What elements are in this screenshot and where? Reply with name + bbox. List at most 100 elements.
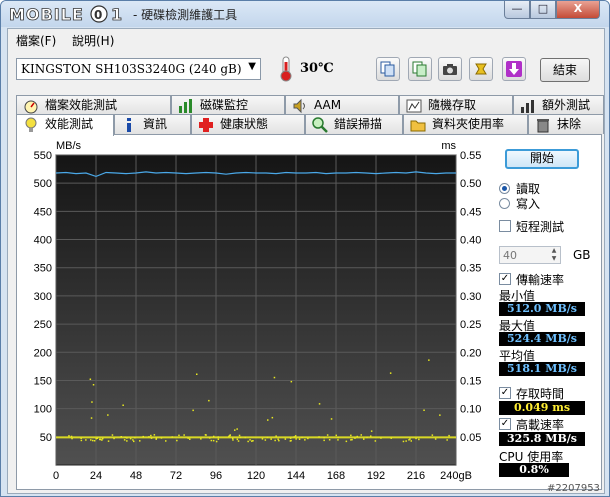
start-button[interactable]: 開始 xyxy=(505,149,579,169)
svg-text:0: 0 xyxy=(94,8,102,22)
access-time-point xyxy=(212,439,215,442)
save-icon xyxy=(475,63,487,75)
access-time-point xyxy=(236,428,238,430)
folder-icon xyxy=(410,120,426,132)
spin-down-icon[interactable]: ▼ xyxy=(548,255,560,263)
access-time-point xyxy=(96,437,98,439)
y-left-tick: 500 xyxy=(34,178,52,190)
access-time-point xyxy=(360,434,362,436)
access-time-point xyxy=(93,440,96,442)
access-time-point xyxy=(192,409,194,412)
y-right-tick: 0.40 xyxy=(460,235,481,247)
tab-error-scan[interactable]: 錯誤掃描 xyxy=(305,114,403,134)
access-time-point xyxy=(189,438,191,440)
tab-health[interactable]: 健康狀態 xyxy=(191,114,305,134)
magnifier-icon xyxy=(312,117,328,133)
access-time-point xyxy=(210,439,213,442)
copy-image-button[interactable] xyxy=(408,57,432,81)
access-time-point xyxy=(439,414,441,416)
screenshot-button[interactable] xyxy=(438,57,462,81)
access-time-point xyxy=(366,436,368,439)
min-value: 512.0 MB/s xyxy=(499,302,585,316)
control-sidebar: 開始 讀取 寫入 短程測試 40 ▲ ▼ GB ✓ 傳輸速率 最小值 512.0… xyxy=(497,135,601,487)
access-time-point xyxy=(200,438,202,440)
access-time-point xyxy=(266,436,269,439)
spin-up-icon[interactable]: ▲ xyxy=(548,247,560,255)
download-button[interactable] xyxy=(502,57,526,81)
y-right-tick: 0.25 xyxy=(460,319,481,331)
extra-chart-icon xyxy=(521,100,534,113)
drive-select[interactable]: KINGSTON SH103S3240G (240 gB) ▼ xyxy=(16,58,261,80)
access-time-point xyxy=(113,437,115,440)
close-button[interactable]: X xyxy=(556,1,600,19)
access-time-point xyxy=(102,437,104,440)
tab-folder-usage[interactable]: 資料夾使用率 xyxy=(403,114,528,134)
access-time-point xyxy=(267,419,269,421)
access-time-checkbox[interactable]: ✓ xyxy=(499,387,511,399)
window-title: - 硬碟檢測維護工具 xyxy=(133,8,238,22)
tab-label: 抹除 xyxy=(557,117,582,131)
tab-extra-tests[interactable]: 額外測試 xyxy=(513,95,604,115)
tab-disk-monitor[interactable]: 磁碟監控 xyxy=(171,95,285,115)
access-time-point xyxy=(428,359,430,361)
x-tick: 168 xyxy=(327,470,345,482)
size-spinner[interactable]: 40 ▲ ▼ xyxy=(499,246,561,264)
access-time-point xyxy=(236,438,239,441)
access-time-point xyxy=(150,434,152,437)
chevron-down-icon: ▼ xyxy=(248,61,256,72)
y-left-tick: 400 xyxy=(34,235,52,247)
transfer-rate-checkbox[interactable]: ✓ xyxy=(499,273,511,285)
access-time-point xyxy=(71,437,73,440)
tab-erase[interactable]: 抹除 xyxy=(528,114,604,134)
access-time-point xyxy=(142,435,144,438)
maximize-button[interactable]: □ xyxy=(530,1,556,19)
access-time-point xyxy=(304,439,306,441)
access-time-point xyxy=(271,416,274,419)
tab-label: 磁碟監控 xyxy=(200,98,249,112)
bar-chart-icon xyxy=(179,99,192,113)
access-time-point xyxy=(405,440,407,442)
access-time-point xyxy=(247,440,249,443)
access-time-point xyxy=(293,436,295,438)
access-time-point xyxy=(434,438,437,440)
minimize-button[interactable]: — xyxy=(504,1,530,19)
access-time-point xyxy=(129,437,132,440)
benchmark-panel: 550 0.55 500 0.50 450 0.45 400 0.40 350 0.35 300 0.… xyxy=(16,134,602,490)
access-time-point xyxy=(446,439,448,441)
y-left-tick: 300 xyxy=(34,291,52,303)
tab-info[interactable]: 資訊 xyxy=(114,114,191,134)
access-time-point xyxy=(244,436,246,439)
access-time-point xyxy=(318,403,321,405)
access-time-point xyxy=(294,435,297,437)
menu-help[interactable]: 說明(H) xyxy=(72,32,114,49)
tab-benchmark[interactable]: 效能測試 xyxy=(16,114,114,136)
tab-random-access[interactable]: 隨機存取 xyxy=(399,95,513,115)
exit-button[interactable]: 結束 xyxy=(540,58,590,82)
tab-label: 效能測試 xyxy=(45,117,94,131)
write-radio-label: 寫入 xyxy=(516,197,541,211)
menu-file[interactable]: 檔案(F) xyxy=(16,32,56,49)
trash-icon xyxy=(537,119,549,133)
access-time-point xyxy=(139,440,141,442)
access-time-point xyxy=(415,437,417,440)
save-button[interactable] xyxy=(469,57,493,81)
access-time-point xyxy=(390,437,392,439)
access-time-point xyxy=(278,439,280,442)
size-value: 40 xyxy=(503,249,517,262)
tab-file-benchmark[interactable]: 檔案效能測試 xyxy=(16,95,171,115)
access-time-point xyxy=(68,435,70,437)
read-radio[interactable] xyxy=(499,183,510,194)
access-time-point xyxy=(289,437,292,439)
burst-rate-checkbox[interactable]: ✓ xyxy=(499,418,511,430)
access-time-point xyxy=(264,439,267,441)
short-test-checkbox[interactable] xyxy=(499,220,511,232)
copy-text-button[interactable] xyxy=(376,57,400,81)
copy-icon xyxy=(380,61,395,77)
access-time-point xyxy=(122,404,124,406)
tab-aam[interactable]: AAM xyxy=(285,95,399,115)
x-tick: 24 xyxy=(90,470,102,482)
size-unit: GB xyxy=(573,248,591,262)
access-time-point xyxy=(133,440,135,443)
access-time-point xyxy=(148,436,150,438)
write-radio[interactable] xyxy=(499,198,510,209)
